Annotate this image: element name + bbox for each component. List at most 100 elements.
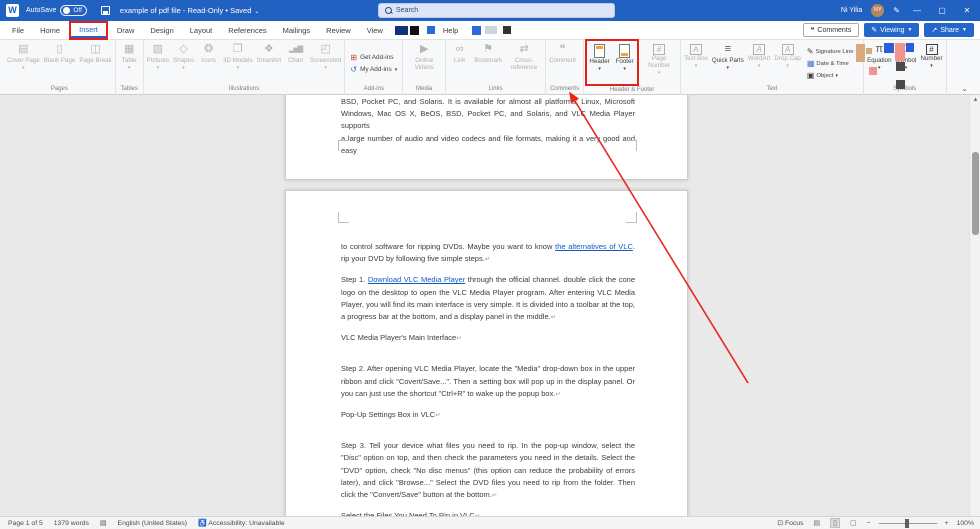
screenshot-button[interactable]: ◰ Screenshot ▾ (308, 40, 343, 85)
tab-view[interactable]: View (359, 21, 391, 40)
tab-references[interactable]: References (220, 21, 274, 40)
tab-review[interactable]: Review (318, 21, 359, 40)
number-button[interactable]: # Number ▾ (919, 40, 945, 85)
my-add-ins-button[interactable]: ↺ My Add-ins ▾ (350, 65, 397, 74)
page-break-button[interactable]: ◫ Page Break (77, 40, 113, 85)
symbol-label: Symbol (895, 57, 917, 64)
cross-reference-icon: ⇄ (519, 43, 529, 55)
shapes-button[interactable]: ◇ Shapes ▾ (171, 40, 196, 85)
header-page-icon (594, 44, 606, 58)
hyperlink[interactable]: the alternatives of VLC (555, 242, 633, 251)
viewing-button[interactable]: ✎ Viewing ▼ (864, 23, 920, 37)
chart-icon: ▂▅▇ (288, 46, 303, 53)
cover-page-button[interactable]: ▤ Cover Page ▾ (5, 40, 42, 85)
scrollbar-thumb[interactable] (972, 152, 979, 235)
date-time-button[interactable]: ▦ Date & Time (807, 59, 858, 68)
comments-button[interactable]: ❝ Comments (802, 23, 860, 37)
title-bar: W AutoSave Off example of pdf file - Rea… (0, 0, 980, 21)
tab-insert[interactable]: Insert (71, 23, 106, 38)
bookmark-icon: ⚑ (483, 43, 494, 55)
ribbon-group-symbols: π Equation ▾ Ω Symbol ▾ # Number ▾ Symbols (864, 40, 947, 95)
footer-button[interactable]: Footer ▾ (612, 41, 637, 86)
proofing-icon[interactable]: ▤ (100, 519, 107, 527)
pen-icon[interactable]: ✎ (893, 0, 900, 21)
page-number-button[interactable]: # Page Number ▾ (639, 40, 679, 85)
read-mode-button[interactable]: ▤ (812, 519, 823, 527)
collapse-ribbon-chevron-icon[interactable]: ⌄ (961, 84, 968, 93)
document-canvas[interactable]: BSD, Pocket PC, and Solaris. It is avail… (0, 95, 980, 516)
avatar[interactable]: NY (871, 4, 885, 17)
paragraph-mark: ↵ (555, 390, 561, 398)
document-paragraph: VLC Media Player's Main Interface↵ (341, 332, 635, 345)
autosave-toggle[interactable]: Off (60, 5, 87, 16)
link-button[interactable]: ∞ Link (447, 40, 472, 85)
blank-page-button[interactable]: ▯ Blank Page (42, 40, 78, 85)
word-app-icon[interactable]: W (6, 4, 19, 17)
tab-layout[interactable]: Layout (182, 21, 221, 40)
tab-home[interactable]: Home (32, 21, 68, 40)
icons-label: Icons (201, 57, 216, 64)
accessibility-status[interactable]: ♿ Accessibility: Unavailable (198, 519, 285, 527)
dropdown-arrow-icon: ▾ (904, 64, 908, 71)
pictures-button[interactable]: ▧ Pictures ▾ (145, 40, 171, 85)
document-page-1[interactable]: BSD, Pocket PC, and Solaris. It is avail… (285, 95, 688, 180)
zoom-slider-thumb[interactable] (904, 518, 909, 528)
smartart-icon: ❖ (263, 43, 274, 55)
chart-button[interactable]: ▂▅▇ Chart (283, 40, 308, 85)
tab-design[interactable]: Design (142, 21, 181, 40)
icons-button[interactable]: ❂ Icons (196, 40, 221, 85)
online-videos-button[interactable]: ▶ Online Videos (404, 40, 444, 85)
drop-cap-button[interactable]: A Drop Cap ▾ (772, 40, 802, 85)
zoom-in-button[interactable]: + (945, 520, 949, 527)
tab-file[interactable]: File (4, 21, 32, 40)
signature-line-button[interactable]: ✎ Signature Line ▾ (807, 47, 858, 56)
symbol-button[interactable]: Ω Symbol ▾ (894, 40, 919, 85)
ribbon-tab-bar: File Home Insert Draw Design Layout References… (0, 20, 980, 40)
language-indicator[interactable]: English (United States) (118, 520, 188, 527)
focus-mode-button[interactable]: ⊡ Focus (777, 519, 803, 527)
3d-models-button[interactable]: ❒ 3D Models ▾ (221, 40, 255, 85)
save-icon[interactable] (100, 6, 110, 15)
accessibility-icon: ♿ (198, 520, 207, 527)
scroll-up-arrow-icon[interactable]: ▲ (970, 97, 980, 103)
header-button[interactable]: Header ▾ (587, 41, 612, 86)
link-label: Link (454, 57, 466, 64)
bookmark-button[interactable]: ⚑ Bookmark (472, 40, 504, 85)
search-input[interactable]: Search (378, 3, 615, 18)
online-videos-icon: ▶ (419, 43, 429, 55)
smartart-button[interactable]: ❖ SmartArt (255, 40, 283, 85)
tab-help[interactable]: Help (435, 21, 466, 40)
tab-mailings[interactable]: Mailings (275, 21, 319, 40)
hyperlink[interactable]: Download VLC Media Player (368, 275, 465, 284)
maximize-button[interactable]: ▢ (934, 6, 950, 15)
page-indicator[interactable]: Page 1 of 5 (8, 520, 43, 527)
word-count[interactable]: 1379 words (54, 520, 89, 527)
web-layout-button[interactable]: ▢ (848, 519, 859, 527)
object-button[interactable]: ▣ Object ▾ (807, 71, 858, 80)
zoom-slider[interactable] (878, 518, 937, 528)
minimize-button[interactable]: — (909, 6, 925, 15)
autosave-control[interactable]: AutoSave Off (26, 5, 87, 16)
zoom-level[interactable]: 100% (957, 520, 974, 527)
vertical-scrollbar[interactable]: ▲ (969, 95, 980, 516)
table-button[interactable]: ▦ Table ▾ (117, 40, 142, 85)
margin-corner-mark (626, 140, 637, 151)
equation-button[interactable]: π Equation ▾ (865, 40, 893, 85)
document-page-2[interactable]: to control software for ripping DVDs. Ma… (285, 190, 688, 516)
document-title[interactable]: example of pdf file - Read-Only • Saved ⌄ (120, 6, 259, 15)
close-button[interactable]: ✕ (959, 6, 975, 15)
insert-tab-highlight-box: Insert (69, 20, 108, 40)
wordart-button[interactable]: A WordArt ▾ (746, 40, 773, 85)
search-icon (385, 7, 392, 14)
margin-corner-mark (338, 140, 349, 151)
comment-button[interactable]: ❝ Comment (547, 40, 578, 85)
tab-draw[interactable]: Draw (109, 21, 143, 40)
text-box-button[interactable]: A Text Box ▾ (682, 40, 710, 85)
get-add-ins-button[interactable]: ⊞ Get Add-ins (350, 53, 397, 62)
cross-reference-button[interactable]: ⇄ Cross- reference (504, 40, 544, 85)
zoom-out-button[interactable]: − (867, 520, 871, 527)
print-layout-button[interactable]: ▯ (830, 518, 841, 528)
share-button[interactable]: ↗ Share ▼ (924, 23, 974, 37)
quick-parts-button[interactable]: ≡ Quick Parts ▾ (710, 40, 746, 85)
dropdown-arrow-icon: ▾ (127, 64, 131, 71)
